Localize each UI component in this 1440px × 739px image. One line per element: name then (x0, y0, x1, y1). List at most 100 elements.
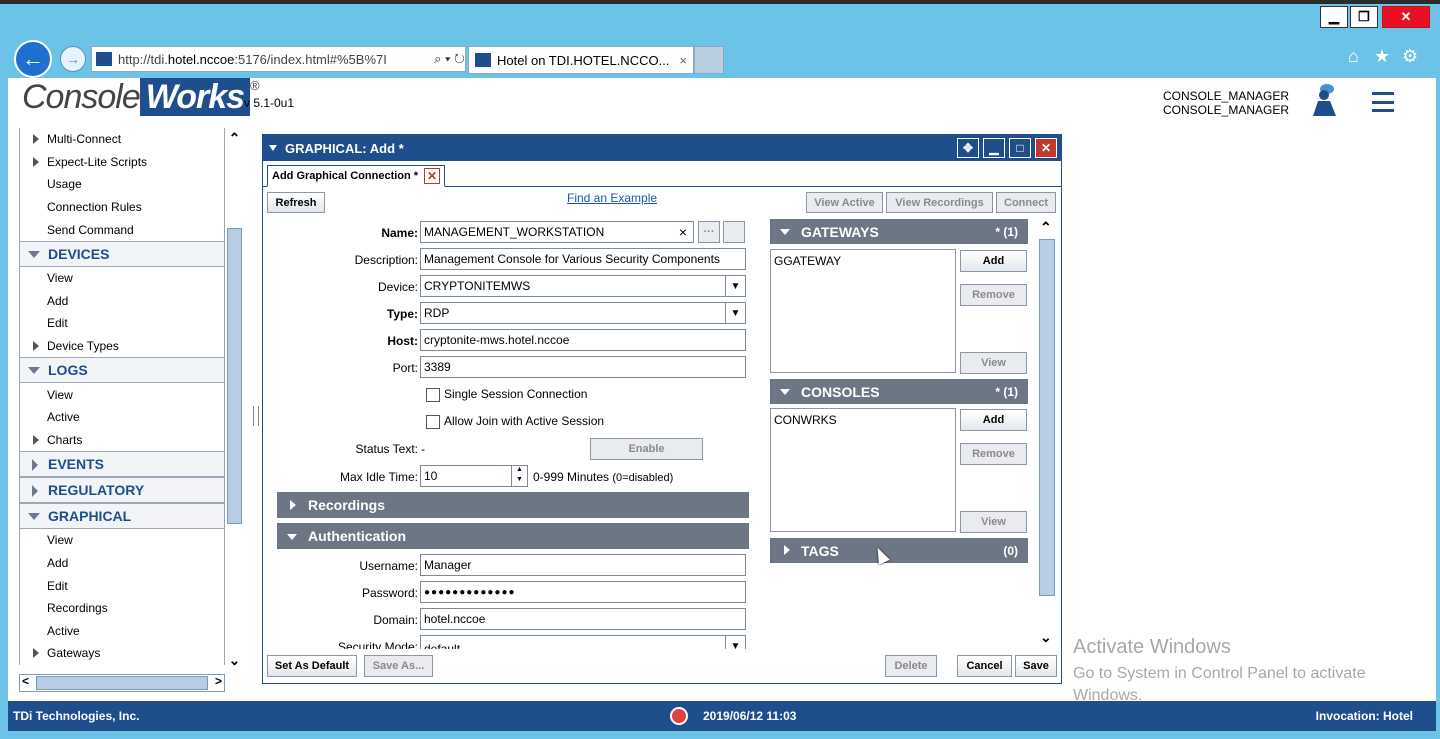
panel-splitter-handle[interactable] (253, 406, 259, 426)
view-recordings-button[interactable]: View Recordings (886, 192, 993, 213)
dropdown-arrow-icon[interactable]: ▼ (725, 276, 745, 296)
consoles-remove-button[interactable]: Remove (960, 443, 1027, 465)
name-field[interactable]: MANAGEMENT_WORKSTATION × (420, 221, 694, 243)
recordings-section-header[interactable]: Recordings (277, 492, 749, 518)
back-arrow-icon[interactable]: ← (14, 40, 52, 78)
sidebar-item-multi-connect[interactable]: Multi-Connect (20, 128, 224, 151)
dialog-scrollbar[interactable]: ⌃ ⌄ (1037, 219, 1057, 651)
scroll-right-icon[interactable]: > (215, 674, 222, 688)
single-session-checkbox[interactable] (426, 388, 440, 402)
sidebar-item-expect-lite-scripts[interactable]: Expect-Lite Scripts (20, 151, 224, 174)
sidebar-item-connection-rules[interactable]: Connection Rules (20, 196, 224, 219)
sidebar-horizontal-scrollbar[interactable]: < > (19, 674, 225, 692)
scroll-left-icon[interactable]: < (22, 674, 29, 688)
consoles-header[interactable]: CONSOLES * (1) (770, 379, 1028, 404)
security-mode-select[interactable]: default ▼ (420, 635, 746, 649)
browser-tab[interactable]: Hotel on TDI.HOTEL.NCCO... × (468, 46, 694, 74)
view-active-button[interactable]: View Active (806, 192, 883, 213)
sidebar-item-logs-view[interactable]: View (20, 383, 224, 406)
clear-icon[interactable]: × (679, 224, 687, 240)
gateways-remove-button[interactable]: Remove (960, 284, 1027, 306)
spin-down-icon[interactable]: ▼ (511, 476, 527, 486)
sidebar-item-devices-add[interactable]: Add (20, 290, 224, 313)
sidebar-scrollbar[interactable]: ⌃ ⌄ (225, 128, 244, 673)
dropdown-arrow-icon[interactable]: ▼ (725, 636, 745, 649)
sidebar-item-graphical-edit[interactable]: Edit (20, 574, 224, 597)
close-window-icon[interactable]: ✕ (1382, 6, 1430, 28)
enable-button[interactable]: Enable (590, 438, 703, 460)
sidebar-section-devices[interactable]: DEVICES (19, 240, 225, 267)
spin-up-icon[interactable]: ▲ (511, 466, 527, 476)
find-example-link[interactable]: Find an Example (567, 191, 657, 205)
alert-icon[interactable] (670, 707, 688, 725)
username-field[interactable]: Manager (420, 554, 746, 576)
delete-button[interactable]: Delete (885, 655, 937, 677)
sidebar-item-send-command[interactable]: Send Command (20, 218, 224, 241)
dialog-title[interactable]: GRAPHICAL: Add * (263, 135, 1061, 161)
maximize-icon[interactable]: ❐ (1350, 6, 1378, 28)
sidebar-section-events[interactable]: EVENTS (19, 451, 225, 478)
name-browse-button[interactable]: ··· (698, 221, 720, 243)
forward-arrow-icon[interactable]: → (60, 46, 86, 72)
sidebar-item-graphical-active[interactable]: Active (20, 620, 224, 643)
gateways-add-button[interactable]: Add (960, 250, 1027, 272)
sidebar-item-usage[interactable]: Usage (20, 173, 224, 196)
favorites-star-icon[interactable]: ★ (1374, 46, 1390, 67)
minimize-icon[interactable]: ▁ (1320, 6, 1348, 28)
sidebar-scroll-thumb[interactable] (227, 228, 242, 524)
tab-close-icon[interactable]: ✕ (424, 168, 441, 184)
save-button[interactable]: Save (1015, 655, 1057, 677)
type-select[interactable]: RDP ▼ (420, 302, 746, 324)
consoles-add-button[interactable]: Add (960, 409, 1027, 431)
host-field[interactable]: cryptonite-mws.hotel.nccoe (420, 329, 746, 351)
description-field[interactable]: Management Console for Various Security … (420, 248, 746, 270)
allow-join-checkbox[interactable] (426, 415, 440, 429)
sidebar-item-devices-edit[interactable]: Edit (20, 312, 224, 335)
port-field[interactable]: 3389 (420, 356, 746, 378)
sidebar-item-graphical-view[interactable]: View (20, 529, 224, 552)
sidebar-item-device-types[interactable]: Device Types (20, 335, 224, 358)
sidebar-item-logs-active[interactable]: Active (20, 406, 224, 429)
list-item[interactable]: CONWRKS (774, 413, 952, 427)
gateways-list[interactable]: GGATEWAY (770, 249, 956, 373)
sidebar-item-graphical-recordings[interactable]: Recordings (20, 597, 224, 620)
settings-gear-icon[interactable]: ⚙ (1402, 46, 1418, 67)
device-select[interactable]: CRYPTONITEMWS ▼ (420, 275, 746, 297)
gateways-header[interactable]: GATEWAYS * (1) (770, 219, 1028, 244)
user-avatar-icon[interactable] (1310, 82, 1340, 118)
dialog-maximize-icon[interactable]: □ (1009, 138, 1031, 158)
scroll-down-icon[interactable]: ⌄ (225, 652, 244, 670)
list-item[interactable]: GGATEWAY (774, 254, 952, 268)
new-tab-button[interactable] (694, 46, 724, 74)
scroll-up-icon[interactable]: ⌃ (225, 130, 244, 148)
address-controls[interactable]: ⌕ ▾ ↻ (434, 51, 465, 67)
sidebar-section-logs[interactable]: LOGS (19, 357, 225, 384)
refresh-button[interactable]: Refresh (267, 192, 325, 213)
tab-add-graphical-connection[interactable]: Add Graphical Connection * ✕ (267, 165, 446, 187)
connect-button[interactable]: Connect (996, 192, 1056, 213)
sidebar-item-gateways[interactable]: Gateways (20, 642, 224, 665)
hamburger-menu-icon[interactable] (1372, 92, 1394, 112)
cancel-button[interactable]: Cancel (957, 655, 1012, 677)
max-idle-field[interactable]: 10 ▲ ▼ (420, 465, 528, 487)
sidebar-section-graphical[interactable]: GRAPHICAL (19, 503, 225, 530)
consoles-view-button[interactable]: View (960, 511, 1027, 533)
authentication-section-header[interactable]: Authentication (277, 523, 749, 549)
domain-field[interactable]: hotel.nccoe (420, 608, 746, 630)
scroll-up-icon[interactable]: ⌃ (1040, 219, 1052, 236)
password-field[interactable]: ●●●●●●●●●●●●● (420, 581, 746, 603)
save-as-button[interactable]: Save As... (364, 655, 433, 677)
dialog-move-icon[interactable]: ✥ (957, 138, 979, 158)
sidebar-section-regulatory[interactable]: REGULATORY (19, 477, 225, 504)
dialog-minimize-icon[interactable]: ▁ (983, 138, 1005, 158)
sidebar-item-graphical-add[interactable]: Add (20, 552, 224, 575)
dropdown-arrow-icon[interactable]: ▼ (725, 303, 745, 323)
dialog-close-icon[interactable]: ✕ (1035, 138, 1057, 158)
sidebar-item-devices-view[interactable]: View (20, 267, 224, 290)
consoles-list[interactable]: CONWRKS (770, 408, 956, 532)
address-bar[interactable]: http://tdi.hotel.nccoe:5176/index.html#%… (91, 46, 466, 72)
dialog-scroll-thumb[interactable] (1039, 239, 1055, 596)
gateways-view-button[interactable]: View (960, 352, 1027, 374)
tags-header[interactable]: TAGS (0) (770, 538, 1028, 563)
set-as-default-button[interactable]: Set As Default (267, 655, 357, 677)
